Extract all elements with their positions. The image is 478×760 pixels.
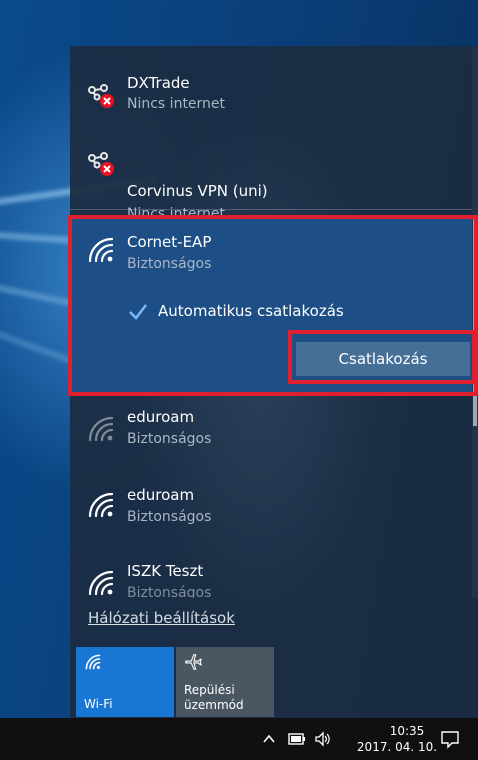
wifi-toggle-tile[interactable]: Wi-Fi [76, 647, 174, 717]
wifi-weak-icon [88, 416, 114, 442]
connect-button[interactable]: Csatlakozás [296, 342, 470, 376]
network-ssid: eduroam [127, 486, 195, 504]
wifi-icon [85, 654, 101, 670]
network-item-eduroam-1[interactable]: eduroam Biztonságos [70, 398, 472, 474]
clock-date[interactable]: 2017. 04. 10. [345, 740, 449, 754]
airplane-tile-label-line2: üzemmód [184, 698, 244, 712]
network-item-corvinus-vpn[interactable]: Corvinus VPN (uni) Nincs internet [70, 124, 472, 222]
taskbar: 10:35 2017. 04. 10. [0, 718, 478, 760]
wifi-tile-label: Wi-Fi [84, 697, 113, 711]
chevron-up-icon[interactable] [262, 732, 276, 746]
airplane-tile-label-line1: Repülési [184, 683, 235, 697]
action-center-icon[interactable] [440, 729, 460, 749]
network-list: DXTrade Nincs internet Corvinus VPN (uni… [70, 46, 472, 598]
network-status: Biztonságos [127, 509, 212, 525]
network-status: Nincs internet [127, 96, 226, 112]
network-list-scrollbar[interactable] [472, 46, 478, 598]
network-status: Biztonságos [127, 431, 212, 447]
clock-time[interactable]: 10:35 [367, 724, 447, 738]
network-status: Biztonságos [127, 585, 212, 598]
network-item-eduroam-2[interactable]: eduroam Biztonságos [70, 474, 472, 554]
list-divider [70, 209, 472, 210]
network-ssid: ISZK Teszt [127, 562, 204, 580]
network-ssid: eduroam [127, 408, 195, 426]
network-ssid: DXTrade [127, 74, 190, 92]
auto-connect-label[interactable]: Automatikus csatlakozás [158, 302, 344, 320]
network-ssid: Corvinus VPN (uni) [127, 182, 268, 200]
wifi-icon [88, 237, 114, 263]
network-item-dxtrade[interactable]: DXTrade Nincs internet [70, 46, 472, 124]
airplane-mode-tile[interactable]: Repülési üzemmód [176, 647, 274, 717]
airplane-icon [185, 654, 202, 670]
network-no-internet-icon [88, 84, 114, 108]
network-flyout: DXTrade Nincs internet Corvinus VPN (uni… [70, 46, 478, 718]
wifi-icon [88, 492, 114, 518]
auto-connect-checkbox[interactable] [128, 302, 148, 322]
network-ssid: Cornet-EAP [127, 233, 212, 251]
battery-icon[interactable] [288, 732, 306, 746]
network-item-iszk-teszt[interactable]: ISZK Teszt Biztonságos [70, 554, 472, 598]
wifi-icon [88, 570, 114, 596]
network-settings-link[interactable]: Hálózati beállítások [88, 609, 235, 627]
volume-icon[interactable] [314, 731, 332, 747]
network-status: Biztonságos [127, 256, 212, 272]
network-no-internet-icon [88, 152, 114, 176]
scrollbar-thumb[interactable] [473, 216, 477, 426]
